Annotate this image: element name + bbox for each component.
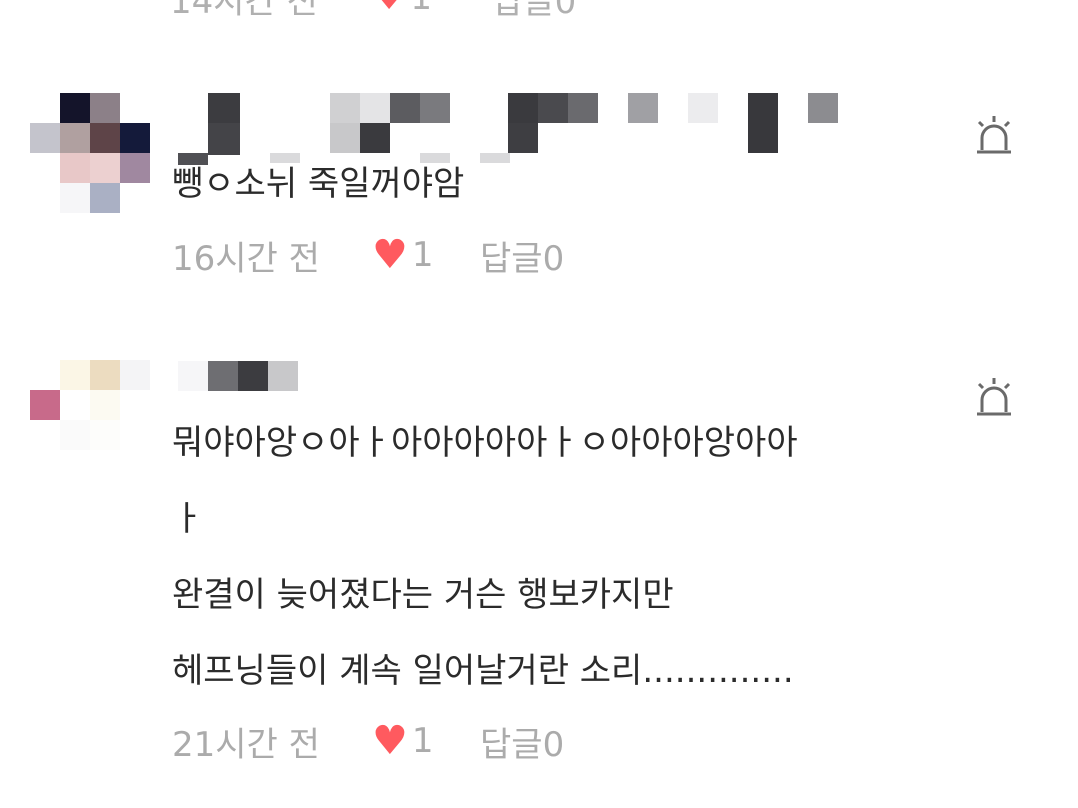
comment-meta: 21시간 전 ♥ 1 답글0 [172,717,564,766]
heart-icon[interactable]: ♥ [374,0,404,18]
reply-label: 답글 [480,724,543,765]
like-count: 1 [410,0,432,18]
comment-text-line: 뭐야아앙ㅇ아ㅏ아아아아아ㅏㅇ아아아앙아아 [172,423,798,463]
comment-text: 뺑ㅇ소뉘 죽일꺼야암 [172,146,464,222]
like-count: 1 [411,235,434,275]
comment-time: 14시간 전 [170,0,318,22]
reply-count: 0 [542,724,565,765]
comment-text-line: 뺑ㅇ소뉘 죽일꺼야암 [172,164,465,204]
like-count: 1 [411,721,434,761]
siren-icon[interactable] [974,376,1014,420]
comment-text: 뭐야아앙ㅇ아ㅏ아아아아아ㅏㅇ아아아앙아아 ㅏ 완결이 늦어졌다는 거슨 행보카지… [172,405,798,709]
heart-icon: ♥ [372,232,408,278]
avatar[interactable] [30,360,150,480]
comment-time: 21시간 전 [172,724,320,765]
reply-button[interactable]: 답글0 [480,231,564,280]
previous-comment-meta: 14시간 전 ♥ 1 답글0 [170,0,576,22]
reply-count: 0 [542,238,565,279]
comment-text-line: 헤프닝들이 계속 일어날거란 소리.............. [172,651,794,691]
comment-meta: 16시간 전 ♥ 1 답글0 [172,231,564,280]
like-button[interactable]: ♥ 1 [372,235,480,275]
reply-label: 답글 [480,238,543,279]
comment-text-line: 완결이 늦어졌다는 거슨 행보카지만 [172,575,674,615]
comment-time: 16시간 전 [172,238,320,279]
heart-icon: ♥ [372,718,408,764]
siren-icon[interactable] [974,114,1014,158]
comment-text-line: ㅏ [172,499,204,539]
like-button[interactable]: ♥ 1 [372,721,480,761]
reply-button[interactable]: 답글0 [492,0,576,23]
reply-button[interactable]: 답글0 [480,717,564,766]
avatar[interactable] [30,93,150,213]
